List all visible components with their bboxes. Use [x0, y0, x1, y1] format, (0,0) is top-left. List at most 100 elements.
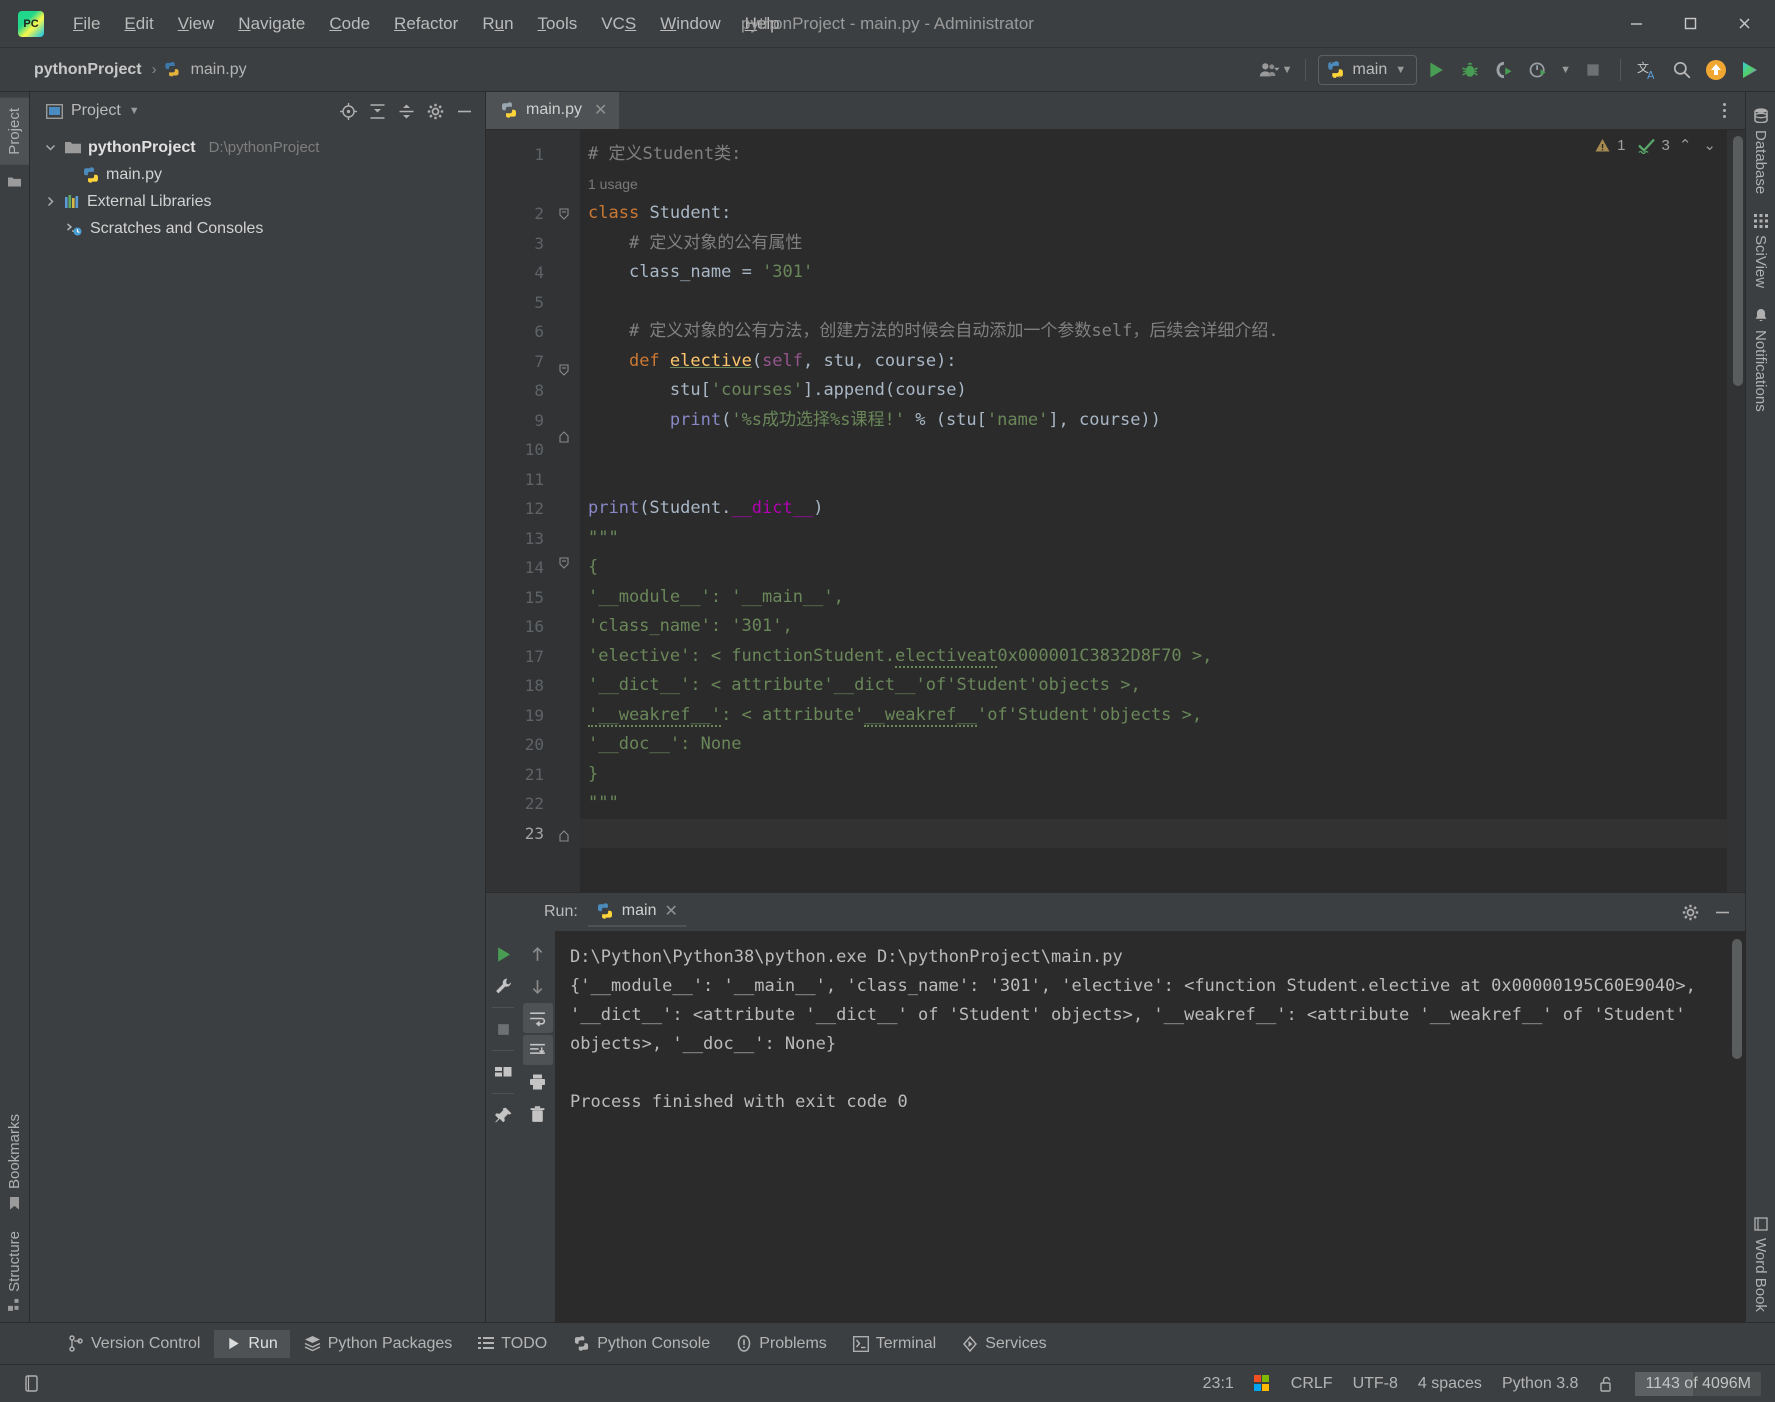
up-arrow-icon[interactable]: [523, 939, 553, 969]
code-line[interactable]: {: [580, 553, 1727, 583]
menu-vcs[interactable]: VCS: [590, 10, 647, 38]
close-button[interactable]: [1717, 1, 1771, 47]
unlocked-icon[interactable]: [1598, 1375, 1615, 1393]
code-line[interactable]: '__doc__': None: [580, 730, 1727, 760]
rerun-icon[interactable]: [488, 939, 518, 969]
stop-icon[interactable]: [1578, 55, 1608, 85]
sidebar-tab-sciview[interactable]: SciView: [1746, 204, 1775, 298]
maximize-button[interactable]: [1663, 1, 1717, 47]
bottom-tab-problems[interactable]: Problems: [724, 1330, 839, 1358]
sidebar-tab-project[interactable]: Project: [0, 98, 29, 165]
bottom-tab-terminal[interactable]: Terminal: [841, 1330, 948, 1358]
debug-icon[interactable]: [1455, 55, 1485, 85]
bottom-tab-services[interactable]: Services: [950, 1330, 1058, 1358]
sidebar-tab-word-book[interactable]: Word Book: [1746, 1207, 1775, 1322]
fold-marker-icon[interactable]: [558, 430, 580, 460]
code-line[interactable]: [580, 818, 1727, 848]
pin-icon[interactable]: [488, 1100, 518, 1130]
run-console-output[interactable]: D:\Python\Python38\python.exe D:\pythonP…: [556, 931, 1745, 1322]
file-encoding[interactable]: UTF-8: [1353, 1375, 1398, 1393]
event-log-icon[interactable]: [22, 1374, 41, 1393]
memory-indicator[interactable]: 1143 of 4096M: [1635, 1371, 1761, 1396]
bottom-tab-todo[interactable]: TODO: [466, 1330, 559, 1358]
windows-icon[interactable]: [1253, 1375, 1271, 1392]
hide-panel-icon[interactable]: [451, 98, 477, 124]
console-scrollbar[interactable]: [1732, 939, 1742, 1059]
close-icon[interactable]: ✕: [594, 100, 607, 120]
code-line[interactable]: '__weakref__': < attribute'__weakref__'o…: [580, 701, 1727, 731]
settings-icon[interactable]: [1677, 899, 1703, 925]
soft-wrap-icon[interactable]: [522, 1003, 553, 1033]
expand-all-icon[interactable]: [364, 98, 390, 124]
code-line[interactable]: 'elective': < functionStudent.electiveat…: [580, 642, 1727, 672]
menu-view[interactable]: View: [167, 10, 226, 38]
menu-navigate[interactable]: Navigate: [227, 10, 316, 38]
sidebar-tab-database[interactable]: Database: [1746, 98, 1775, 204]
tree-node-mainpy[interactable]: main.py: [30, 161, 485, 188]
menu-run[interactable]: Run: [471, 10, 524, 38]
code-line[interactable]: def elective(self, stu, course):: [580, 347, 1727, 377]
trash-icon[interactable]: [523, 1099, 553, 1129]
collapse-all-icon[interactable]: [393, 98, 419, 124]
editor-scrollbar[interactable]: [1733, 136, 1743, 386]
scroll-to-end-icon[interactable]: [522, 1035, 553, 1065]
code-line[interactable]: [580, 288, 1727, 318]
hide-panel-icon[interactable]: [1709, 899, 1735, 925]
python-interpreter[interactable]: Python 3.8: [1502, 1375, 1579, 1393]
code-line[interactable]: # 定义对象的公有属性: [580, 229, 1727, 259]
chevron-expanded-icon[interactable]: [42, 142, 58, 153]
next-problem-icon[interactable]: ⌄: [1700, 136, 1719, 154]
fold-marker-icon[interactable]: [558, 363, 580, 393]
code-line[interactable]: # 定义对象的公有方法，创建方法的时候会自动添加一个参数self，后续会详细介绍…: [580, 317, 1727, 347]
layout-icon[interactable]: [488, 1057, 518, 1087]
menu-window[interactable]: Window: [649, 10, 731, 38]
inspection-widget[interactable]: 1 3 ⌃ ⌄: [1594, 136, 1719, 154]
minimize-button[interactable]: [1609, 1, 1663, 47]
bottom-tab-version-control[interactable]: Version Control: [56, 1330, 212, 1358]
close-icon[interactable]: ✕: [664, 901, 677, 921]
fold-column[interactable]: [558, 130, 580, 892]
code-line[interactable]: print('%s成功选择%s课程!' % (stu['name'], cour…: [580, 406, 1727, 436]
code-line[interactable]: # 定义Student类:: [580, 140, 1727, 170]
menu-edit[interactable]: Edit: [113, 10, 164, 38]
bottom-tab-run[interactable]: Run: [214, 1329, 290, 1358]
print-icon[interactable]: [523, 1067, 553, 1097]
down-arrow-icon[interactable]: [523, 971, 553, 1001]
code-content[interactable]: # 定义Student类: 1 usage class Student: # 定义对…: [580, 130, 1727, 892]
code-line[interactable]: 'class_name': '301',: [580, 612, 1727, 642]
update-icon[interactable]: [1701, 55, 1731, 85]
profile-icon[interactable]: [1523, 55, 1553, 85]
stop-icon[interactable]: [488, 1014, 518, 1044]
code-line[interactable]: class_name = '301': [580, 258, 1727, 288]
code-line[interactable]: """: [580, 524, 1727, 554]
code-line[interactable]: """: [580, 789, 1727, 819]
bottom-tab-python-console[interactable]: Python Console: [561, 1330, 722, 1358]
breadcrumb-project[interactable]: pythonProject: [30, 59, 146, 81]
search-everywhere-icon[interactable]: [1667, 55, 1697, 85]
code-line[interactable]: class Student:: [580, 199, 1727, 229]
locate-icon[interactable]: [335, 98, 361, 124]
bottom-tab-python-packages[interactable]: Python Packages: [292, 1330, 465, 1358]
run-configuration-selector[interactable]: main ▼: [1317, 54, 1418, 85]
code-line[interactable]: '__dict__': < attribute'__dict__'of'Stud…: [580, 671, 1727, 701]
sidebar-tab-structure[interactable]: Structure: [0, 1221, 29, 1322]
menu-refactor[interactable]: Refactor: [383, 10, 469, 38]
sidebar-tab-notifications[interactable]: Notifications: [1746, 298, 1775, 422]
settings-icon[interactable]: [422, 98, 448, 124]
menu-file[interactable]: File: [62, 10, 111, 38]
chevron-down-icon[interactable]: ▼: [129, 105, 140, 117]
code-editor[interactable]: 1 2 3 4 5 6 7 8 9 10 11 12 13 14 15 16 17 18 19 20 21 22 23 # …: [486, 130, 1745, 892]
tree-node-scratches[interactable]: Scratches and Consoles: [30, 215, 485, 242]
code-line[interactable]: [580, 435, 1727, 465]
user-avatar-icon[interactable]: [1254, 55, 1284, 85]
fold-marker-icon[interactable]: [558, 829, 580, 859]
tree-node-external-libraries[interactable]: External Libraries: [30, 188, 485, 215]
run-coverage-icon[interactable]: [1489, 55, 1519, 85]
menu-help[interactable]: Help: [734, 10, 791, 38]
previous-problem-icon[interactable]: ⌃: [1676, 136, 1695, 154]
indent-setting[interactable]: 4 spaces: [1418, 1375, 1482, 1393]
translate-icon[interactable]: 文 A: [1633, 55, 1663, 85]
ide-feature-icon[interactable]: [1735, 55, 1765, 85]
usage-hint[interactable]: 1 usage: [580, 170, 1727, 200]
tree-node-project[interactable]: pythonProject D:\pythonProject: [30, 134, 485, 161]
